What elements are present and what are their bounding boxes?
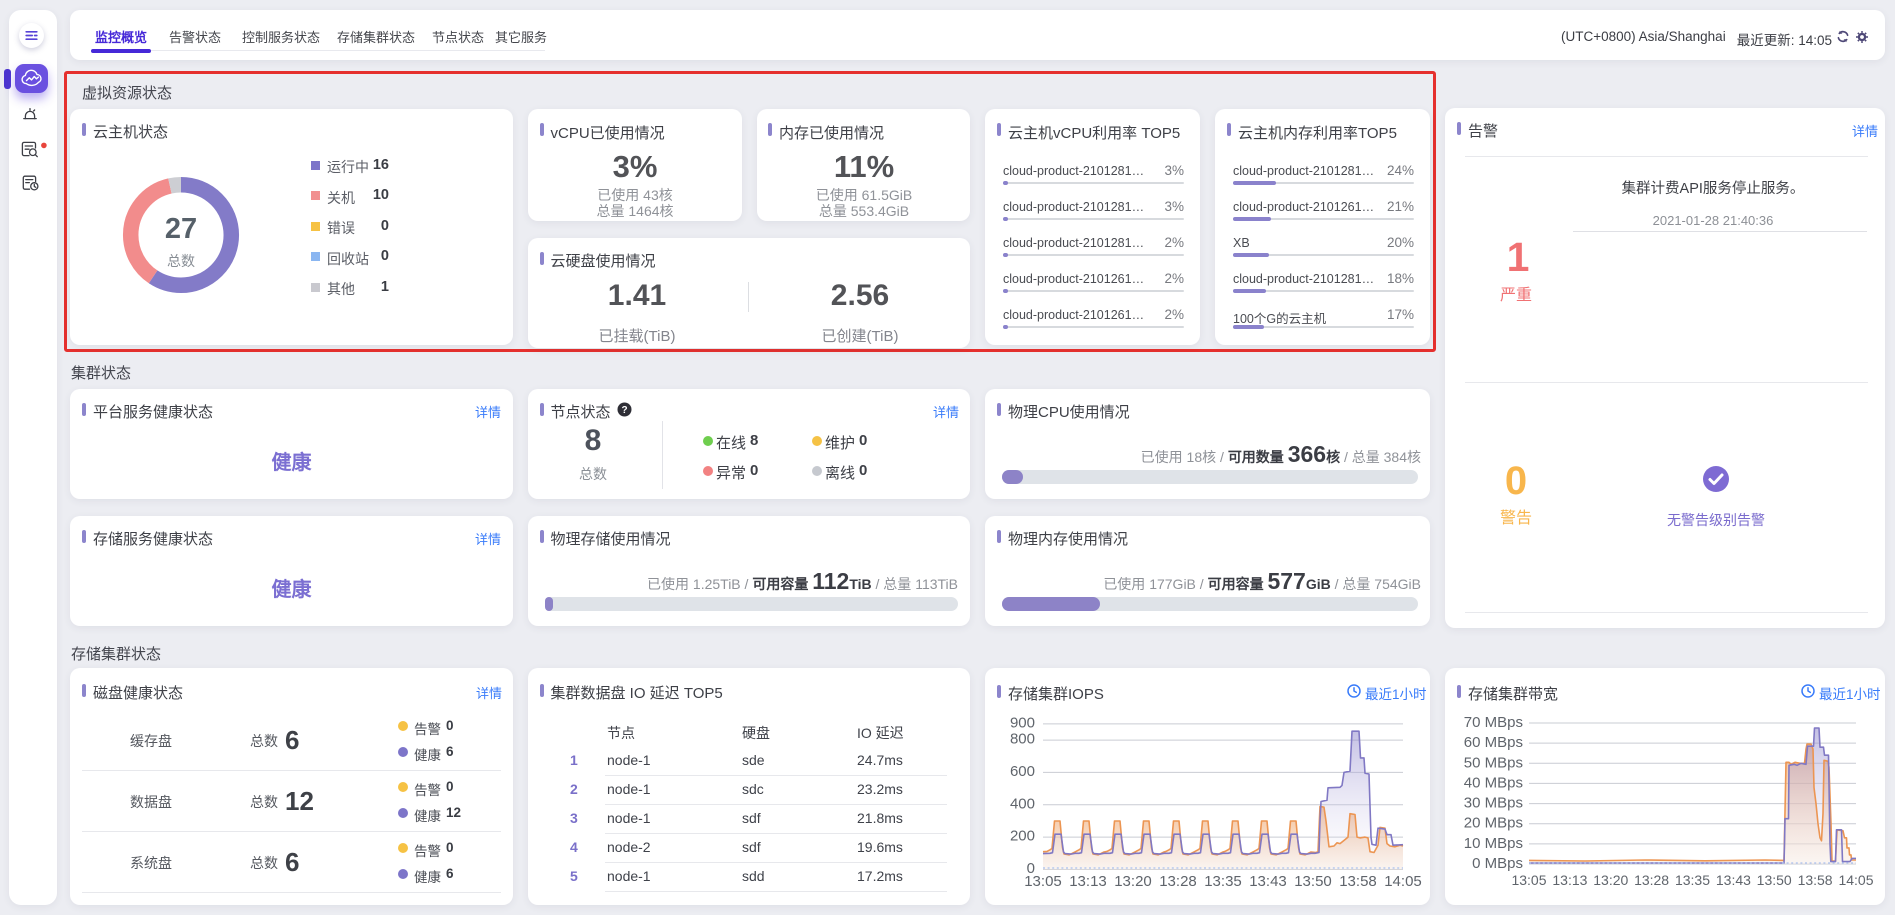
svg-text:13:05: 13:05 [1024, 873, 1062, 890]
svg-text:13:13: 13:13 [1552, 872, 1587, 888]
svg-text:13:43: 13:43 [1716, 872, 1751, 888]
svg-text:13:05: 13:05 [1511, 872, 1546, 888]
svg-text:13:35: 13:35 [1204, 873, 1242, 890]
svg-text:70 MBps: 70 MBps [1464, 714, 1523, 731]
svg-text:13:50: 13:50 [1757, 872, 1792, 888]
svg-text:50 MBps: 50 MBps [1464, 754, 1523, 771]
svg-text:0 MBps: 0 MBps [1472, 855, 1523, 872]
svg-text:10 MBps: 10 MBps [1464, 835, 1523, 852]
svg-text:13:20: 13:20 [1114, 873, 1152, 890]
svg-text:14:05: 14:05 [1838, 872, 1873, 888]
svg-text:400: 400 [1010, 795, 1035, 812]
svg-text:13:58: 13:58 [1798, 872, 1833, 888]
svg-text:200: 200 [1010, 828, 1035, 845]
svg-text:13:50: 13:50 [1294, 873, 1332, 890]
svg-text:13:13: 13:13 [1069, 873, 1107, 890]
svg-text:13:20: 13:20 [1593, 872, 1628, 888]
svg-text:13:28: 13:28 [1159, 873, 1197, 890]
svg-text:800: 800 [1010, 731, 1035, 748]
svg-text:20 MBps: 20 MBps [1464, 815, 1523, 832]
svg-text:13:28: 13:28 [1634, 872, 1669, 888]
svg-text:40 MBps: 40 MBps [1464, 774, 1523, 791]
svg-text:13:43: 13:43 [1249, 873, 1287, 890]
svg-text:?: ? [621, 405, 627, 416]
svg-text:14:05: 14:05 [1384, 873, 1422, 890]
svg-text:13:58: 13:58 [1339, 873, 1377, 890]
svg-text:900: 900 [1010, 714, 1035, 731]
svg-text:13:35: 13:35 [1675, 872, 1710, 888]
svg-text:600: 600 [1010, 763, 1035, 780]
svg-text:60 MBps: 60 MBps [1464, 734, 1523, 751]
svg-text:30 MBps: 30 MBps [1464, 795, 1523, 812]
